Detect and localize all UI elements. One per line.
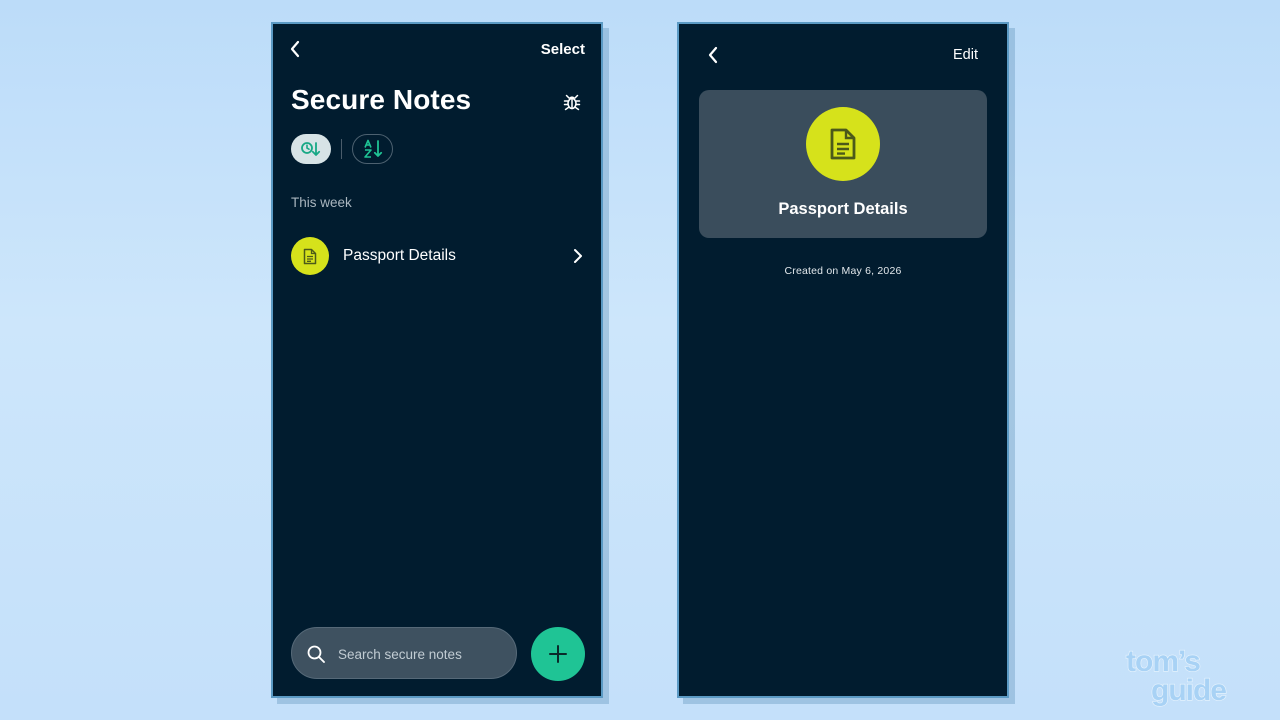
- back-button[interactable]: [703, 44, 723, 66]
- search-bar[interactable]: [291, 627, 517, 680]
- sort-by-date-icon: [301, 142, 321, 156]
- back-chevron-icon: [708, 46, 718, 64]
- document-icon: [830, 128, 856, 160]
- section-header-this-week: This week: [291, 195, 352, 210]
- svg-text:guide: guide: [1151, 674, 1226, 707]
- back-chevron-icon: [290, 40, 300, 58]
- toms-guide-logo: tom’s guide: [1125, 644, 1228, 707]
- back-button[interactable]: [285, 38, 305, 60]
- note-title: Passport Details: [343, 247, 456, 264]
- search-input[interactable]: [336, 628, 510, 680]
- sort-alphabetical-button[interactable]: [352, 134, 393, 164]
- note-header-card: Passport Details: [699, 90, 987, 238]
- note-list-item[interactable]: Passport Details: [291, 237, 587, 277]
- secure-notes-list-screen: Select Secure Notes This week Passport D…: [271, 22, 603, 698]
- note-detail-screen: Edit Passport Details Created on May 6, …: [677, 22, 1009, 698]
- document-icon: [303, 248, 317, 264]
- search-icon: [307, 645, 325, 663]
- note-avatar: [291, 237, 329, 275]
- chevron-right-icon: [574, 249, 582, 263]
- note-avatar-large: [806, 107, 880, 181]
- select-button[interactable]: Select: [541, 41, 585, 58]
- add-note-button[interactable]: [531, 627, 585, 681]
- created-date-label: Created on May 6, 2026: [784, 265, 902, 277]
- sort-alphabetical-icon: [363, 139, 382, 158]
- plus-icon: [549, 645, 567, 663]
- sort-by-date-button[interactable]: [291, 134, 331, 164]
- bug-icon: [563, 94, 581, 111]
- page-title: Secure Notes: [291, 84, 472, 115]
- report-bug-button[interactable]: [561, 91, 583, 113]
- note-detail-title: Passport Details: [778, 200, 908, 218]
- edit-button[interactable]: Edit: [953, 47, 978, 63]
- sort-divider: [341, 139, 342, 159]
